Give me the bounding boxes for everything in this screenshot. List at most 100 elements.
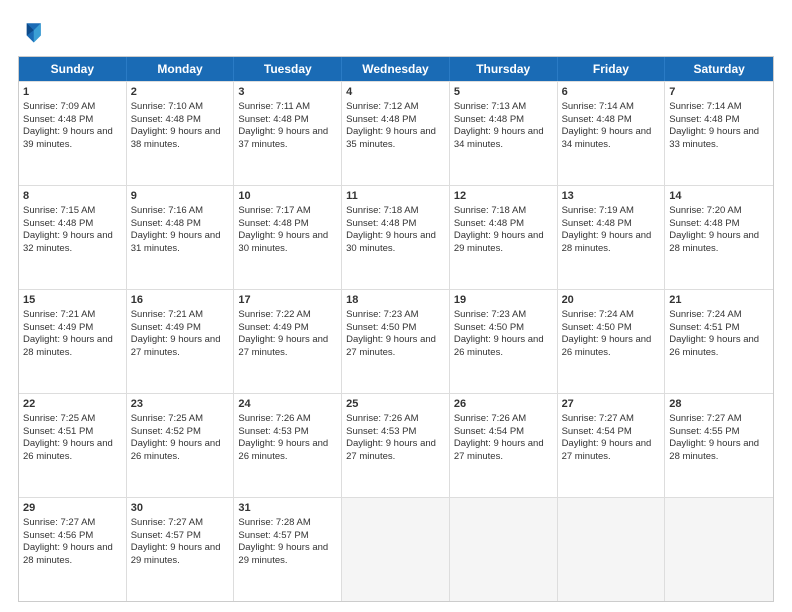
- daylight-info: Daylight: 9 hours and 26 minutes.: [562, 334, 652, 358]
- sunrise-info: Sunrise: 7:27 AM: [669, 413, 741, 424]
- sunset-info: Sunset: 4:57 PM: [131, 530, 201, 541]
- sunset-info: Sunset: 4:48 PM: [562, 218, 632, 229]
- daylight-info: Daylight: 9 hours and 34 minutes.: [562, 126, 652, 150]
- calendar-cell: 8 Sunrise: 7:15 AM Sunset: 4:48 PM Dayli…: [19, 186, 127, 289]
- sunset-info: Sunset: 4:49 PM: [23, 322, 93, 333]
- sunset-info: Sunset: 4:48 PM: [23, 114, 93, 125]
- day-number: 22: [23, 397, 122, 412]
- sunset-info: Sunset: 4:53 PM: [238, 426, 308, 437]
- day-number: 11: [346, 189, 445, 204]
- sunset-info: Sunset: 4:48 PM: [346, 114, 416, 125]
- logo: [18, 18, 50, 46]
- daylight-info: Daylight: 9 hours and 26 minutes.: [454, 334, 544, 358]
- calendar-cell: 14 Sunrise: 7:20 AM Sunset: 4:48 PM Dayl…: [665, 186, 773, 289]
- daylight-info: Daylight: 9 hours and 26 minutes.: [131, 438, 221, 462]
- day-number: 20: [562, 293, 661, 308]
- sunset-info: Sunset: 4:48 PM: [562, 114, 632, 125]
- sunrise-info: Sunrise: 7:18 AM: [346, 205, 418, 216]
- day-number: 13: [562, 189, 661, 204]
- daylight-info: Daylight: 9 hours and 26 minutes.: [238, 438, 328, 462]
- daylight-info: Daylight: 9 hours and 27 minutes.: [454, 438, 544, 462]
- day-number: 19: [454, 293, 553, 308]
- sunset-info: Sunset: 4:48 PM: [131, 114, 201, 125]
- sunset-info: Sunset: 4:48 PM: [238, 114, 308, 125]
- sunset-info: Sunset: 4:48 PM: [454, 218, 524, 229]
- sunrise-info: Sunrise: 7:23 AM: [346, 309, 418, 320]
- header-day-wednesday: Wednesday: [342, 57, 450, 81]
- daylight-info: Daylight: 9 hours and 28 minutes.: [23, 542, 113, 566]
- sunrise-info: Sunrise: 7:21 AM: [131, 309, 203, 320]
- daylight-info: Daylight: 9 hours and 26 minutes.: [23, 438, 113, 462]
- calendar-cell: 18 Sunrise: 7:23 AM Sunset: 4:50 PM Dayl…: [342, 290, 450, 393]
- sunset-info: Sunset: 4:48 PM: [23, 218, 93, 229]
- day-number: 29: [23, 501, 122, 516]
- calendar-cell: [450, 498, 558, 601]
- calendar-row-0: 1 Sunrise: 7:09 AM Sunset: 4:48 PM Dayli…: [19, 81, 773, 185]
- sunrise-info: Sunrise: 7:27 AM: [562, 413, 634, 424]
- sunset-info: Sunset: 4:54 PM: [562, 426, 632, 437]
- day-number: 23: [131, 397, 230, 412]
- calendar-cell: 13 Sunrise: 7:19 AM Sunset: 4:48 PM Dayl…: [558, 186, 666, 289]
- day-number: 27: [562, 397, 661, 412]
- sunrise-info: Sunrise: 7:27 AM: [131, 517, 203, 528]
- sunset-info: Sunset: 4:53 PM: [346, 426, 416, 437]
- header-day-monday: Monday: [127, 57, 235, 81]
- calendar-header: SundayMondayTuesdayWednesdayThursdayFrid…: [19, 57, 773, 81]
- sunset-info: Sunset: 4:51 PM: [23, 426, 93, 437]
- calendar-row-2: 15 Sunrise: 7:21 AM Sunset: 4:49 PM Dayl…: [19, 289, 773, 393]
- sunrise-info: Sunrise: 7:25 AM: [23, 413, 95, 424]
- sunrise-info: Sunrise: 7:14 AM: [669, 101, 741, 112]
- sunrise-info: Sunrise: 7:14 AM: [562, 101, 634, 112]
- header-day-friday: Friday: [558, 57, 666, 81]
- sunset-info: Sunset: 4:48 PM: [454, 114, 524, 125]
- calendar-cell: 25 Sunrise: 7:26 AM Sunset: 4:53 PM Dayl…: [342, 394, 450, 497]
- daylight-info: Daylight: 9 hours and 29 minutes.: [238, 542, 328, 566]
- day-number: 15: [23, 293, 122, 308]
- sunset-info: Sunset: 4:48 PM: [669, 218, 739, 229]
- day-number: 6: [562, 85, 661, 100]
- day-number: 12: [454, 189, 553, 204]
- calendar-row-1: 8 Sunrise: 7:15 AM Sunset: 4:48 PM Dayli…: [19, 185, 773, 289]
- daylight-info: Daylight: 9 hours and 37 minutes.: [238, 126, 328, 150]
- sunrise-info: Sunrise: 7:15 AM: [23, 205, 95, 216]
- calendar-cell: 10 Sunrise: 7:17 AM Sunset: 4:48 PM Dayl…: [234, 186, 342, 289]
- daylight-info: Daylight: 9 hours and 27 minutes.: [131, 334, 221, 358]
- daylight-info: Daylight: 9 hours and 27 minutes.: [346, 334, 436, 358]
- sunrise-info: Sunrise: 7:27 AM: [23, 517, 95, 528]
- sunset-info: Sunset: 4:49 PM: [131, 322, 201, 333]
- page: SundayMondayTuesdayWednesdayThursdayFrid…: [0, 0, 792, 612]
- calendar-cell: [342, 498, 450, 601]
- sunrise-info: Sunrise: 7:24 AM: [669, 309, 741, 320]
- calendar-cell: 3 Sunrise: 7:11 AM Sunset: 4:48 PM Dayli…: [234, 82, 342, 185]
- daylight-info: Daylight: 9 hours and 27 minutes.: [346, 438, 436, 462]
- sunrise-info: Sunrise: 7:18 AM: [454, 205, 526, 216]
- calendar-cell: 1 Sunrise: 7:09 AM Sunset: 4:48 PM Dayli…: [19, 82, 127, 185]
- sunrise-info: Sunrise: 7:22 AM: [238, 309, 310, 320]
- calendar-cell: 17 Sunrise: 7:22 AM Sunset: 4:49 PM Dayl…: [234, 290, 342, 393]
- daylight-info: Daylight: 9 hours and 30 minutes.: [238, 230, 328, 254]
- daylight-info: Daylight: 9 hours and 29 minutes.: [131, 542, 221, 566]
- sunrise-info: Sunrise: 7:19 AM: [562, 205, 634, 216]
- day-number: 10: [238, 189, 337, 204]
- sunset-info: Sunset: 4:50 PM: [454, 322, 524, 333]
- daylight-info: Daylight: 9 hours and 39 minutes.: [23, 126, 113, 150]
- day-number: 17: [238, 293, 337, 308]
- day-number: 28: [669, 397, 769, 412]
- calendar: SundayMondayTuesdayWednesdayThursdayFrid…: [18, 56, 774, 602]
- daylight-info: Daylight: 9 hours and 28 minutes.: [23, 334, 113, 358]
- sunrise-info: Sunrise: 7:09 AM: [23, 101, 95, 112]
- sunrise-info: Sunrise: 7:28 AM: [238, 517, 310, 528]
- sunrise-info: Sunrise: 7:16 AM: [131, 205, 203, 216]
- calendar-cell: 24 Sunrise: 7:26 AM Sunset: 4:53 PM Dayl…: [234, 394, 342, 497]
- sunset-info: Sunset: 4:54 PM: [454, 426, 524, 437]
- day-number: 18: [346, 293, 445, 308]
- sunrise-info: Sunrise: 7:17 AM: [238, 205, 310, 216]
- calendar-cell: 16 Sunrise: 7:21 AM Sunset: 4:49 PM Dayl…: [127, 290, 235, 393]
- logo-icon: [18, 18, 46, 46]
- daylight-info: Daylight: 9 hours and 31 minutes.: [131, 230, 221, 254]
- header-day-saturday: Saturday: [665, 57, 773, 81]
- day-number: 9: [131, 189, 230, 204]
- daylight-info: Daylight: 9 hours and 28 minutes.: [669, 230, 759, 254]
- sunset-info: Sunset: 4:48 PM: [238, 218, 308, 229]
- calendar-cell: [665, 498, 773, 601]
